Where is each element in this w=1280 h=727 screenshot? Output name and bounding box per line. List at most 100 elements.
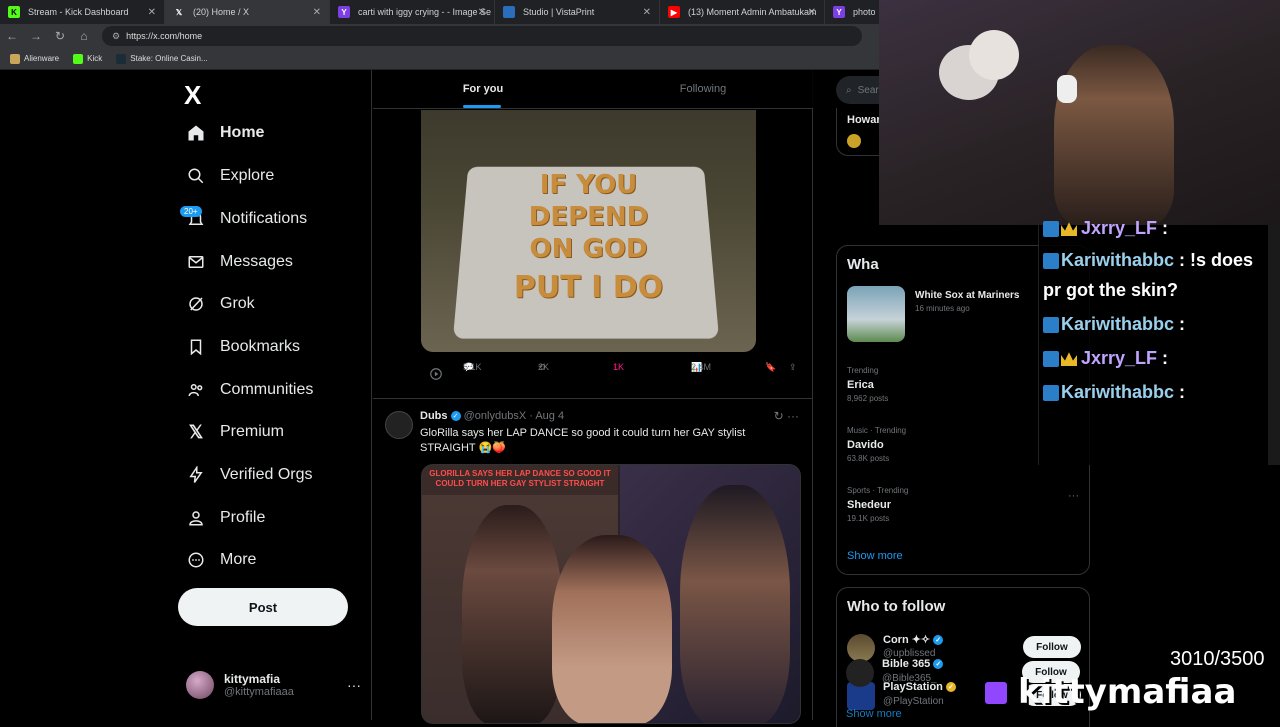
show-more-link[interactable]: Show more — [846, 708, 902, 720]
grok-icon — [186, 294, 206, 314]
crown-icon — [1061, 352, 1077, 367]
event-title[interactable]: White Sox at Mariners — [915, 290, 1019, 301]
badge-icon — [1043, 351, 1059, 368]
close-icon[interactable]: ✕ — [808, 7, 816, 18]
bookmark-kick[interactable]: Kick — [73, 53, 102, 64]
chat-message: Kariwithabbc : !s does pr got the skin? — [1043, 250, 1254, 300]
tab-youtube[interactable]: ▶ (13) Moment Admin Ambatukam ✕ — [660, 0, 825, 24]
close-icon[interactable]: ✕ — [148, 7, 156, 18]
nav-profile[interactable]: Profile — [186, 503, 265, 533]
avatar — [186, 671, 214, 699]
more-options-icon[interactable]: ··· — [1068, 490, 1079, 502]
avatar[interactable] — [385, 411, 413, 439]
x-logo-icon[interactable]: X — [184, 80, 201, 111]
person-icon — [186, 508, 206, 528]
folder-icon — [10, 53, 20, 64]
tweet-date[interactable]: · Aug 4 — [529, 410, 564, 422]
person-figure — [680, 485, 790, 723]
account-name: kittymafia — [224, 672, 281, 686]
person-figure — [462, 505, 562, 723]
author-handle[interactable]: @onlydubsX — [464, 410, 527, 422]
streamer-name: kittymafiaa — [1018, 672, 1237, 712]
bookmark-icon: 🔖 — [765, 361, 777, 372]
left-sidebar: X Home Explore 20+ Notifications Message… — [0, 70, 372, 720]
browser-tab-strip: K Stream - Kick Dashboard ✕ 𝕏 (20) Home … — [0, 0, 880, 24]
badge-icon — [1043, 221, 1059, 238]
close-icon[interactable]: ✕ — [313, 7, 321, 18]
nav-messages[interactable]: Messages — [186, 247, 293, 277]
stream-chat-overlay: Jxrry_LF : Kariwithabbc : !s does pr got… — [1038, 218, 1280, 465]
bookmarks-bar: Alienware Kick Stake: Online Casin... — [0, 48, 880, 70]
bookmark-icon — [186, 337, 206, 357]
search-icon: ⌕ — [846, 84, 852, 96]
image-caption: GLORILLA SAYS HER LAP DANCE SO GOOD IT C… — [422, 465, 618, 495]
tab-vistaprint[interactable]: Studio | VistaPrint ✕ — [495, 0, 660, 24]
headset-icon — [1057, 75, 1077, 103]
more-options-icon[interactable]: ··· — [347, 677, 361, 693]
site-info-icon[interactable]: ⚙ — [112, 31, 120, 42]
vistaprint-icon — [503, 6, 515, 18]
close-icon[interactable]: ✕ — [643, 7, 651, 18]
nav-home[interactable]: Home — [186, 118, 264, 148]
post-button[interactable]: Post — [178, 588, 348, 626]
follower-goal: 3010/3500 — [1170, 648, 1265, 670]
main-feed: For you Following IF YOU DEPEND ON GOD P… — [373, 70, 813, 724]
tweet-image[interactable]: IF YOU DEPEND ON GOD PUT I DO — [421, 110, 756, 352]
tweet-image[interactable]: GLORILLA SAYS HER LAP DANCE SO GOOD IT C… — [421, 464, 801, 724]
nav-verified-orgs[interactable]: Verified Orgs — [186, 460, 312, 490]
close-icon[interactable]: ✕ — [478, 7, 486, 18]
nav-bookmarks[interactable]: Bookmarks — [186, 332, 300, 362]
verified-badge-icon: ✓ — [933, 635, 944, 646]
forward-icon[interactable]: → — [24, 29, 48, 43]
author-name[interactable]: Dubs — [420, 410, 448, 422]
account-switcher[interactable]: kittymafia @kittymafiaaa ··· — [186, 668, 361, 702]
verified-badge-icon: ✓ — [933, 659, 944, 670]
chat-message: Kariwithabbc : — [1043, 377, 1273, 407]
bookmark-alienware[interactable]: Alienware — [10, 53, 59, 64]
tab-image-search[interactable]: Y carti with iggy crying - - Image Se ✕ — [330, 0, 495, 24]
feed-tabs: For you Following — [373, 70, 813, 109]
badge-icon — [1043, 253, 1059, 270]
scrollbar[interactable] — [1268, 225, 1280, 465]
chat-message: Kariwithabbc : — [1043, 309, 1273, 339]
people-icon — [186, 380, 206, 400]
crown-icon — [1061, 222, 1077, 237]
tweet[interactable]: Dubs ✓ @onlydubsX · Aug 4 ↻ ··· GloRilla… — [373, 398, 813, 724]
more-options-icon[interactable]: ↻ ··· — [774, 409, 799, 423]
nav-premium[interactable]: 𝕏 Premium — [186, 417, 284, 447]
back-icon[interactable]: ← — [0, 29, 24, 43]
bell-icon: 20+ — [180, 206, 206, 229]
nav-notifications[interactable]: 20+ Notifications — [180, 204, 307, 234]
tab-following[interactable]: Following — [593, 70, 813, 108]
account-handle: @kittymafiaaa — [224, 686, 294, 698]
more-icon — [186, 550, 206, 570]
x-icon: 𝕏 — [188, 421, 204, 442]
nav-more[interactable]: More — [186, 545, 256, 575]
tab-kick-dashboard[interactable]: K Stream - Kick Dashboard ✕ — [0, 0, 165, 24]
verified-badge-icon: ✓ — [450, 411, 461, 422]
trend-item[interactable]: Music · Trending Davido 63.8K posts — [847, 426, 906, 463]
address-bar[interactable]: ⚙ https://x.com/home — [102, 26, 862, 46]
nav-explore[interactable]: Explore — [186, 161, 274, 191]
bookmark-stake[interactable]: Stake: Online Casin... — [116, 53, 208, 64]
twitch-icon — [985, 682, 1007, 704]
badge-icon — [1043, 385, 1059, 402]
streamer-figure — [1054, 45, 1174, 225]
mail-icon — [186, 252, 206, 272]
nav-communities[interactable]: Communities — [186, 375, 313, 405]
event-image[interactable] — [847, 286, 905, 342]
show-more-link[interactable]: Show more — [847, 550, 903, 562]
x-icon: 𝕏 — [175, 7, 183, 17]
trend-item[interactable]: Trending Erica 8,962 posts — [847, 366, 888, 403]
tab-photopea[interactable]: Y photope — [825, 0, 875, 24]
yahoo-icon: Y — [833, 6, 845, 18]
nav-grok[interactable]: Grok — [186, 289, 255, 319]
tab-x-home[interactable]: 𝕏 (20) Home / X ✕ — [165, 0, 330, 24]
bolt-icon — [186, 465, 206, 485]
reload-icon[interactable]: ↻ — [48, 29, 72, 43]
youtube-icon: ▶ — [668, 6, 680, 18]
play-icon[interactable] — [429, 367, 443, 381]
home-icon[interactable]: ⌂ — [72, 29, 96, 43]
tab-for-you[interactable]: For you — [373, 70, 593, 108]
trend-item[interactable]: Sports · Trending Shedeur 19.1K posts — [847, 486, 908, 523]
